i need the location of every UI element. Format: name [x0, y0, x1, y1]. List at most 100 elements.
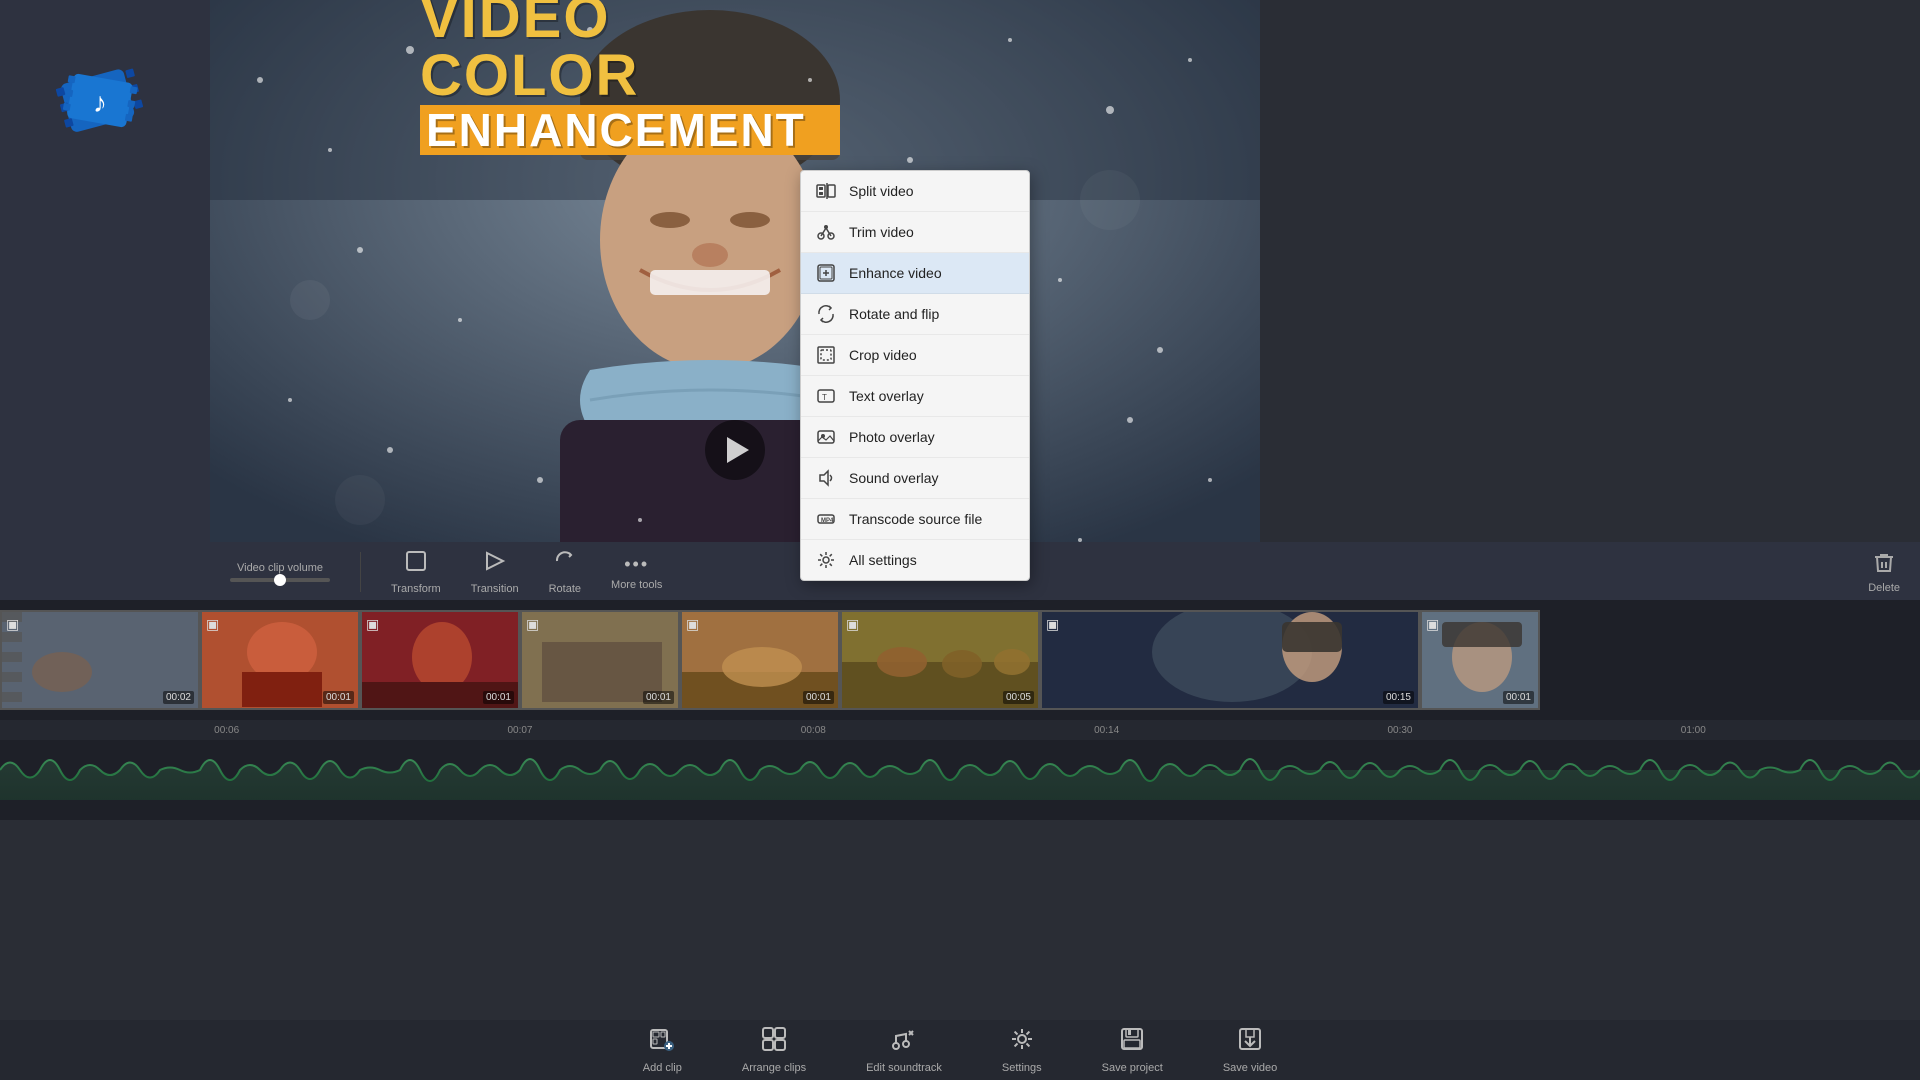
edit-soundtrack-icon	[891, 1026, 917, 1058]
sound-overlay-label: Sound overlay	[849, 470, 939, 486]
svg-text:T: T	[822, 393, 827, 402]
settings-button[interactable]: Settings	[1002, 1026, 1042, 1074]
bottom-toolbar: Add clip Arrange clips Edit soundtrack S…	[0, 1020, 1920, 1080]
menu-item-text-overlay[interactable]: T Text overlay	[801, 376, 1029, 417]
menu-item-rotate-flip[interactable]: Rotate and flip	[801, 294, 1029, 335]
add-clip-icon	[649, 1026, 675, 1058]
svg-text:MP4: MP4	[821, 518, 834, 524]
clip-timestamp: 00:02	[163, 691, 194, 704]
toolbar-rotate[interactable]: Rotate	[549, 549, 581, 595]
ruler-mark: 00:08	[667, 725, 960, 736]
save-project-label: Save project	[1102, 1062, 1163, 1074]
right-panel	[1260, 0, 1920, 600]
clip-icon: ▣	[686, 616, 699, 633]
all-settings-icon	[815, 549, 837, 571]
all-settings-label: All settings	[849, 552, 917, 568]
clip-7[interactable]: ▣ 00:15	[1040, 610, 1420, 710]
save-project-icon	[1119, 1026, 1145, 1058]
transition-label: Transition	[471, 583, 519, 595]
menu-item-photo-overlay[interactable]: Photo overlay	[801, 417, 1029, 458]
clip-8[interactable]: ▣ 00:01	[1420, 610, 1540, 710]
volume-label: Video clip volume	[237, 562, 323, 574]
toolbar-transform[interactable]: Transform	[391, 549, 441, 595]
clip-icon: ▣	[366, 616, 379, 633]
clip-4[interactable]: ▣ 00:01	[520, 610, 680, 710]
clip-timestamp: 00:01	[483, 691, 514, 704]
add-clip-label: Add clip	[643, 1062, 682, 1074]
add-clip-button[interactable]: Add clip	[643, 1026, 682, 1074]
clip-2[interactable]: ▣ 00:01	[200, 610, 360, 710]
svg-text:♪: ♪	[93, 87, 107, 118]
clip-5[interactable]: ▣ 00:01	[680, 610, 840, 710]
logo-area: ♪	[20, 20, 180, 180]
enhance-video-label: Enhance video	[849, 265, 942, 281]
rotate-icon	[553, 549, 577, 579]
toolbar-volume[interactable]: Video clip volume	[230, 562, 330, 582]
play-button[interactable]	[705, 420, 765, 480]
more-tools-icon: •••	[624, 554, 649, 575]
photo-overlay-icon	[815, 426, 837, 448]
arrange-clips-icon	[761, 1026, 787, 1058]
clips-row: ▣ 00:02 ▣ 00:01 ▣ 00:01	[0, 610, 1920, 720]
settings-label: Settings	[1002, 1062, 1042, 1074]
menu-item-enhance-video[interactable]: Enhance video	[801, 253, 1029, 294]
ruler-mark: 00:07	[373, 725, 666, 736]
arrange-clips-button[interactable]: Arrange clips	[742, 1026, 806, 1074]
clip-icon: ▣	[6, 616, 19, 633]
clip-1[interactable]: ▣ 00:02	[0, 610, 200, 710]
menu-item-trim-video[interactable]: Trim video	[801, 212, 1029, 253]
enhance-video-icon	[815, 262, 837, 284]
rotate-flip-label: Rotate and flip	[849, 306, 939, 322]
edit-soundtrack-button[interactable]: Edit soundtrack	[866, 1026, 942, 1074]
delete-button[interactable]: Delete	[1868, 551, 1900, 594]
settings-icon	[1009, 1026, 1035, 1058]
toolbar-strip: Video clip volume Transform Transition R…	[210, 542, 1920, 602]
rotate-flip-icon	[815, 303, 837, 325]
volume-slider[interactable]	[230, 578, 330, 582]
photo-overlay-label: Photo overlay	[849, 429, 935, 445]
clip-6[interactable]: ▣ 00:05	[840, 610, 1040, 710]
ruler-mark: 00:14	[960, 725, 1253, 736]
context-menu: Split video Trim video Enhance video Rot…	[800, 170, 1030, 581]
volume-thumb[interactable]	[274, 574, 286, 586]
rotate-label: Rotate	[549, 583, 581, 595]
transform-label: Transform	[391, 583, 441, 595]
toolbar-transition[interactable]: Transition	[471, 549, 519, 595]
sound-overlay-icon	[815, 467, 837, 489]
clip-icon: ▣	[526, 616, 539, 633]
ruler-mark: 01:00	[1547, 725, 1840, 736]
trim-video-icon	[815, 221, 837, 243]
menu-item-sound-overlay[interactable]: Sound overlay	[801, 458, 1029, 499]
sidebar: ♪	[0, 0, 210, 600]
clip-3[interactable]: ▣ 00:01	[360, 610, 520, 710]
save-project-button[interactable]: Save project	[1102, 1026, 1163, 1074]
clip-timestamp: 00:01	[323, 691, 354, 704]
delete-icon	[1872, 551, 1896, 578]
clip-icon: ▣	[1046, 616, 1059, 633]
clip-icon: ▣	[846, 616, 859, 633]
menu-item-all-settings[interactable]: All settings	[801, 540, 1029, 580]
volume-control[interactable]	[230, 578, 330, 582]
menu-item-split-video[interactable]: Split video	[801, 171, 1029, 212]
toolbar-more-tools[interactable]: ••• More tools	[611, 554, 662, 591]
save-video-label: Save video	[1223, 1062, 1277, 1074]
overlay-line1: VIDEO COLOR	[420, 0, 840, 105]
edit-soundtrack-label: Edit soundtrack	[866, 1062, 942, 1074]
clip-timestamp: 00:01	[1503, 691, 1534, 704]
clip-timestamp: 00:15	[1383, 691, 1414, 704]
menu-item-crop-video[interactable]: Crop video	[801, 335, 1029, 376]
menu-item-transcode[interactable]: MP4 Transcode source file	[801, 499, 1029, 540]
clip-timestamp: 00:05	[1003, 691, 1034, 704]
ruler-mark: 00:06	[80, 725, 373, 736]
more-tools-label: More tools	[611, 579, 662, 591]
split-video-label: Split video	[849, 183, 914, 199]
video-text-overlay: VIDEO COLOR ENHANCEMENT	[420, 0, 840, 155]
video-preview: VIDEO COLOR ENHANCEMENT	[210, 0, 1260, 600]
clip-timestamp: 00:01	[803, 691, 834, 704]
save-video-icon	[1237, 1026, 1263, 1058]
clip-icon: ▣	[206, 616, 219, 633]
transcode-icon: MP4	[815, 508, 837, 530]
overlay-line2: ENHANCEMENT	[420, 105, 840, 155]
delete-label: Delete	[1868, 582, 1900, 594]
save-video-button[interactable]: Save video	[1223, 1026, 1277, 1074]
